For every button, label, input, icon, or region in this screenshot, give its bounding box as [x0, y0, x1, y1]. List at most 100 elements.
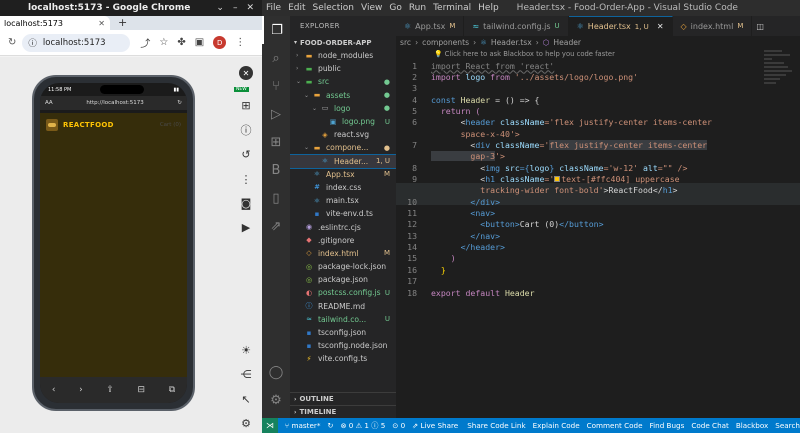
- share-icon[interactable]: ⇪: [106, 385, 114, 395]
- minimap[interactable]: [764, 50, 794, 110]
- tabs-icon[interactable]: ⧉: [169, 385, 175, 395]
- tree-item[interactable]: ▪ tsconfig.json: [290, 326, 396, 339]
- tree-item[interactable]: ⓘ README.md: [290, 300, 396, 313]
- explain-code-button[interactable]: Explain Code: [533, 421, 580, 430]
- blackbox-hint[interactable]: 💡 Click here to ask Blackbox to help you…: [434, 50, 615, 58]
- tree-item[interactable]: ◆ .gitignore: [290, 234, 396, 247]
- tree-item[interactable]: › ▬ public: [290, 62, 396, 75]
- outline-section[interactable]: › OUTLINE: [290, 392, 396, 405]
- cart-button[interactable]: Cart (0): [160, 122, 181, 128]
- menu-file[interactable]: File: [266, 3, 281, 13]
- comment-code-button[interactable]: Comment Code: [587, 421, 643, 430]
- menu-run[interactable]: Run: [409, 3, 426, 13]
- device-icon[interactable]: ▯: [262, 184, 290, 212]
- tab-tailwind-config[interactable]: ≈ tailwind.config.js U: [464, 16, 569, 36]
- find-bugs-button[interactable]: Find Bugs: [650, 421, 685, 430]
- breadcrumb-item[interactable]: src: [400, 38, 411, 47]
- device-reload-icon[interactable]: ↻: [177, 100, 182, 106]
- brightness-icon[interactable]: ☀: [236, 341, 256, 359]
- new-tab-button[interactable]: +: [118, 16, 127, 30]
- address-bar[interactable]: ⓘ localhost:5173: [22, 33, 131, 52]
- tree-item[interactable]: ▪ tsconfig.node.json: [290, 339, 396, 352]
- extension-icon[interactable]: ⊞: [236, 96, 256, 114]
- device-url-bar[interactable]: AA http://localhost:5173 ↻: [40, 96, 187, 110]
- camera-icon[interactable]: ◙: [236, 194, 256, 212]
- extensions-icon[interactable]: ⊞: [262, 128, 290, 156]
- share-code-link-button[interactable]: Share Code Link: [467, 421, 525, 430]
- tree-item[interactable]: ◉ .eslintrc.cjs: [290, 220, 396, 233]
- tree-item[interactable]: ◎ package.json: [290, 273, 396, 286]
- cursor-icon[interactable]: ↖: [236, 390, 256, 408]
- manage-gear-icon[interactable]: ⚙: [262, 386, 290, 414]
- breadcrumb-item[interactable]: Header: [553, 38, 581, 47]
- tab-index-html[interactable]: ◇ index.html M: [673, 16, 753, 36]
- split-editor-icon[interactable]: ◫: [756, 22, 764, 31]
- settings-gear-icon[interactable]: ⚙: [236, 415, 256, 433]
- tree-item[interactable]: ◈ react.svg: [290, 128, 396, 141]
- breadcrumb-item[interactable]: Header.tsx: [491, 38, 532, 47]
- tree-item[interactable]: ◇ index.html M: [290, 247, 396, 260]
- tree-item[interactable]: ◎ package-lock.json: [290, 260, 396, 273]
- reader-aa[interactable]: AA: [45, 100, 53, 106]
- share-icon[interactable]: ⤴: [140, 35, 150, 50]
- profile-avatar[interactable]: D: [213, 36, 227, 49]
- forward-icon[interactable]: ›: [79, 385, 83, 395]
- side-panel-icon[interactable]: ▣: [195, 37, 204, 48]
- project-root[interactable]: ▾ FOOD-ORDER-APP: [290, 36, 396, 49]
- tree-item[interactable]: › ▬ node_modules: [290, 49, 396, 62]
- code-chat-button[interactable]: Code Chat: [691, 421, 728, 430]
- tree-item[interactable]: ⌄ ▬ compone... ●: [290, 141, 396, 154]
- tab-close-icon[interactable]: ✕: [657, 22, 664, 31]
- back-icon[interactable]: ‹: [52, 385, 56, 395]
- menu-go[interactable]: Go: [389, 3, 401, 13]
- share-node-icon[interactable]: ⋲: [236, 366, 256, 384]
- minimize-icon[interactable]: –: [233, 3, 238, 13]
- tree-item[interactable]: ⌄ ▭ logo ●: [290, 102, 396, 115]
- tab-close-icon[interactable]: ✕: [98, 19, 105, 28]
- menu-selection[interactable]: Selection: [313, 3, 354, 13]
- live-share-icon[interactable]: ⇗: [262, 212, 290, 240]
- chevron-down-icon[interactable]: ⌄: [216, 3, 224, 13]
- menu-edit[interactable]: Edit: [288, 3, 305, 13]
- breadcrumb-item[interactable]: components: [422, 38, 469, 47]
- search-button[interactable]: Search: [775, 421, 800, 430]
- chrome-tab-active[interactable]: localhost:5173 ✕: [0, 16, 110, 30]
- blackbox-icon[interactable]: B: [262, 156, 290, 184]
- ports-count[interactable]: ⊙ 0: [392, 421, 405, 430]
- tree-item[interactable]: ▪ vite-env.d.ts: [290, 207, 396, 220]
- tree-item[interactable]: ◐ postcss.config.js U: [290, 286, 396, 299]
- tree-item[interactable]: # index.css: [290, 181, 396, 194]
- info-icon[interactable]: ⓘ: [236, 121, 256, 139]
- explorer-files-icon[interactable]: ❐: [262, 16, 290, 44]
- more-icon[interactable]: ⋮: [236, 170, 256, 188]
- rotate-icon[interactable]: ↺: [236, 145, 256, 163]
- extensions-icon[interactable]: ✤: [177, 37, 185, 48]
- tree-item[interactable]: ▣ logo.png U: [290, 115, 396, 128]
- branch-item[interactable]: ⑂ master*: [285, 421, 321, 430]
- live-share-button[interactable]: ⇗ Live Share: [412, 421, 458, 430]
- run-debug-icon[interactable]: ▷: [262, 100, 290, 128]
- menu-view[interactable]: View: [361, 3, 382, 13]
- bookmarks-icon[interactable]: ⊟: [138, 385, 146, 395]
- close-icon[interactable]: ✕: [246, 3, 254, 13]
- tree-item[interactable]: ⚛ App.tsx M: [290, 168, 396, 181]
- tree-item[interactable]: ≈ tailwind.co... U: [290, 313, 396, 326]
- tab-header-tsx[interactable]: ⚛ Header.tsx 1, U ✕: [568, 16, 673, 36]
- reload-icon[interactable]: ↻: [8, 37, 16, 48]
- menu-help[interactable]: Help: [478, 3, 499, 13]
- source-control-icon[interactable]: ⑂: [262, 72, 290, 100]
- video-icon[interactable]: ▶: [236, 219, 256, 237]
- sync-icon[interactable]: ↻: [327, 421, 333, 430]
- tree-item[interactable]: ⌄ ▬ assets ●: [290, 89, 396, 102]
- tree-item-selected[interactable]: ⚛ Header... 1, U: [290, 153, 396, 169]
- tab-app-tsx[interactable]: ⚛ App.tsx M: [396, 16, 465, 36]
- tree-item[interactable]: ⚛ main.tsx: [290, 194, 396, 207]
- menu-terminal[interactable]: Terminal: [433, 3, 471, 13]
- close-emulator-button[interactable]: ✕: [236, 64, 256, 82]
- tree-item[interactable]: ⚡ vite.config.ts: [290, 352, 396, 365]
- menu-kebab-icon[interactable]: ⋮: [235, 37, 245, 48]
- remote-icon[interactable]: ⋊: [262, 418, 278, 433]
- account-icon[interactable]: ◯: [262, 358, 290, 386]
- site-info-icon[interactable]: ⓘ: [28, 37, 37, 49]
- problems-count[interactable]: ⊗ 0 ⚠ 1 ⓘ 5: [340, 421, 385, 431]
